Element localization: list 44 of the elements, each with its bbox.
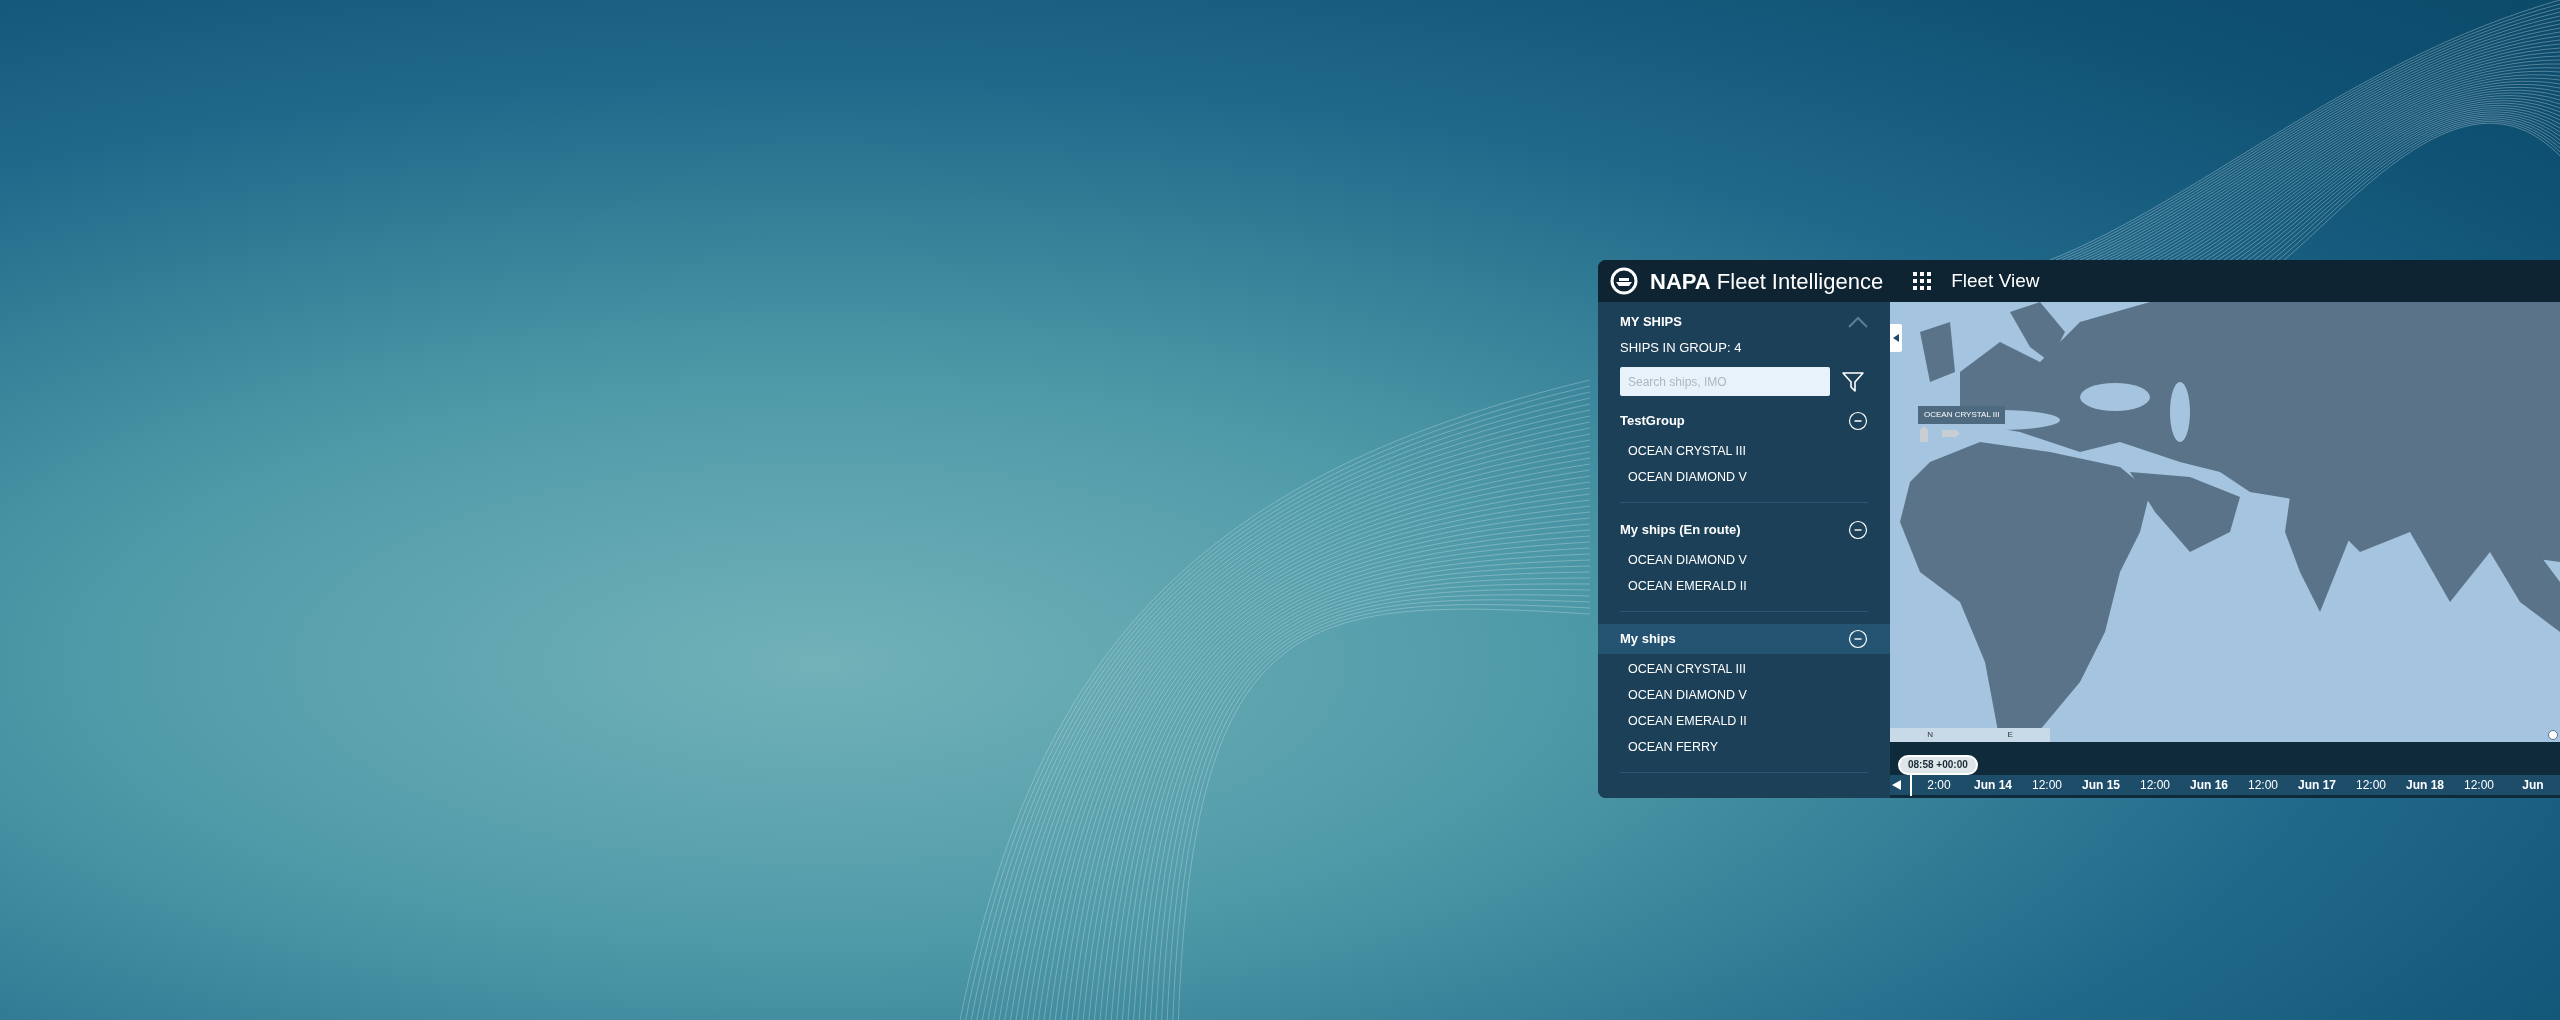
logo-icon bbox=[1610, 267, 1638, 295]
ship-item[interactable]: OCEAN CRYSTAL III bbox=[1628, 438, 1746, 464]
legend-label: E bbox=[2007, 731, 2013, 739]
timeline-tick: 12:00 bbox=[2355, 777, 2387, 794]
timeline-tick: 12:00 bbox=[2031, 777, 2063, 794]
ship-item[interactable]: OCEAN DIAMOND V bbox=[1628, 682, 1747, 708]
ship-item[interactable]: OCEAN FERRY bbox=[1628, 734, 1719, 760]
ship-item[interactable]: OCEAN EMERALD II bbox=[1628, 573, 1747, 599]
group-name[interactable]: My ships bbox=[1620, 629, 1676, 649]
timeline-tick: 12:00 bbox=[2463, 777, 2495, 794]
timeline-tick: Jun bbox=[2521, 777, 2545, 794]
ship-label[interactable]: OCEAN CRYSTAL III bbox=[1918, 406, 2006, 424]
collapse-icon[interactable] bbox=[1848, 520, 1868, 540]
play-back-icon bbox=[1891, 780, 1901, 790]
collapse-icon[interactable] bbox=[1848, 411, 1868, 431]
timeline-tick: 2:00 bbox=[1926, 777, 1952, 794]
timeline-tick: Jun 16 bbox=[2189, 777, 2229, 794]
view-title: Fleet View bbox=[1951, 268, 2040, 293]
timeline-tick: 12:00 bbox=[2247, 777, 2279, 794]
group-header[interactable]: My ships bbox=[1598, 624, 1890, 654]
timeline-tick: Jun 17 bbox=[2297, 777, 2337, 794]
time-cursor-label[interactable]: 08:58 +00:00 bbox=[1898, 755, 1978, 775]
caret-left-icon bbox=[1893, 334, 1899, 342]
map-control-icon[interactable] bbox=[2548, 730, 2558, 740]
group-name[interactable]: TestGroup bbox=[1620, 411, 1685, 431]
collapse-icon[interactable] bbox=[1848, 629, 1868, 649]
timeline-tick: Jun 18 bbox=[2405, 777, 2445, 794]
apps-grid-icon[interactable] bbox=[1913, 272, 1932, 290]
group-name[interactable]: My ships (En route) bbox=[1620, 520, 1741, 540]
timeline-tick: Jun 15 bbox=[2081, 777, 2121, 794]
filter-icon[interactable] bbox=[1842, 370, 1864, 393]
legend-label: N bbox=[1927, 731, 1933, 739]
timeline-tick: 12:00 bbox=[2139, 777, 2171, 794]
ship-item[interactable]: OCEAN DIAMOND V bbox=[1628, 547, 1747, 573]
chevron-up-icon[interactable] bbox=[1848, 315, 1868, 328]
ship-item[interactable]: OCEAN CRYSTAL III bbox=[1628, 656, 1746, 682]
ship-item[interactable]: OCEAN EMERALD II bbox=[1628, 708, 1747, 734]
group-count: SHIPS IN GROUP: 4 bbox=[1619, 338, 1743, 357]
timeline-tick: Jun 14 bbox=[1973, 777, 2013, 794]
collapse-panel-button[interactable] bbox=[1890, 324, 1902, 352]
section-title: MY SHIPS bbox=[1620, 313, 1682, 331]
ship-item[interactable]: OCEAN DIAMOND V bbox=[1628, 464, 1747, 490]
brand-title: NAPA Fleet Intelligence bbox=[1650, 267, 1884, 296]
search-field[interactable]: Search ships, IMO bbox=[1620, 367, 1830, 396]
